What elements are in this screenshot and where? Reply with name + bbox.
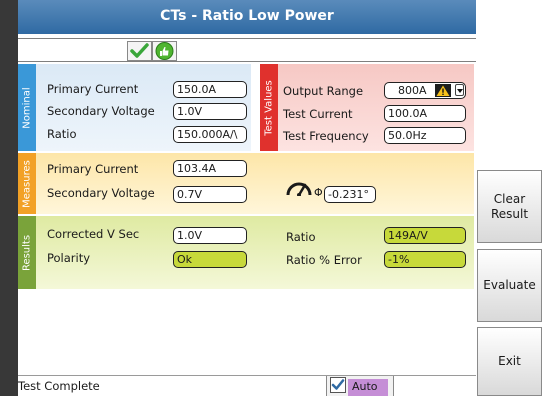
test-frequency-label: Test Frequency — [283, 129, 369, 143]
test-frequency-field[interactable]: 50.0Hz — [384, 127, 466, 144]
title-bar-extension — [476, 0, 542, 34]
corrected-v-sec-field: 1.0V — [173, 227, 247, 244]
phase-symbol: Φ — [314, 186, 323, 199]
result-ratio-field: 149A/V — [384, 227, 466, 244]
gauge-icon — [286, 180, 312, 197]
measures-primary-current-label: Primary Current — [47, 162, 139, 176]
nominal-ratio-field[interactable]: 150.000A/\ — [173, 126, 247, 143]
thumbs-up-icon — [152, 41, 177, 61]
chevron-down-icon[interactable] — [455, 84, 464, 96]
phase-field: -0.231° — [324, 186, 376, 203]
nominal-primary-current-label: Primary Current — [47, 82, 139, 96]
nominal-tab: Nominal — [18, 64, 36, 151]
warning-icon — [435, 84, 451, 97]
ratio-error-field: -1% — [384, 251, 466, 268]
polarity-label: Polarity — [47, 251, 91, 265]
clear-result-button[interactable]: Clear Result — [477, 170, 542, 243]
measures-primary-current-field: 103.4A — [173, 160, 247, 177]
nominal-secondary-voltage-field[interactable]: 1.0V — [173, 103, 247, 120]
result-ratio-label: Ratio — [286, 230, 316, 244]
output-range-dropdown[interactable]: 800A — [384, 82, 466, 99]
test-current-field[interactable]: 100.0A — [384, 105, 466, 122]
polarity-field: Ok — [173, 251, 247, 268]
ratio-error-label: Ratio % Error — [286, 253, 362, 267]
corrected-v-sec-label: Corrected V Sec — [47, 227, 140, 241]
check-icon — [127, 41, 152, 61]
nominal-ratio-label: Ratio — [47, 127, 77, 141]
nominal-primary-current-field[interactable]: 150.0A — [173, 81, 247, 98]
evaluate-button[interactable]: Evaluate — [477, 249, 542, 322]
results-tab: Results — [18, 216, 36, 289]
test-values-tab: Test Values — [260, 64, 278, 151]
auto-checkbox[interactable] — [330, 377, 346, 393]
output-range-label: Output Range — [283, 84, 364, 98]
window-title: CTs - Ratio Low Power — [18, 0, 476, 34]
auto-label[interactable]: Auto — [348, 379, 388, 396]
measures-secondary-voltage-label: Secondary Voltage — [47, 186, 155, 200]
exit-button[interactable]: Exit — [477, 327, 542, 396]
left-edge — [0, 0, 18, 396]
status-text: Test Complete — [18, 379, 100, 393]
nominal-secondary-voltage-label: Secondary Voltage — [47, 104, 155, 118]
measures-tab: Measures — [18, 153, 36, 214]
test-current-label: Test Current — [283, 107, 353, 121]
measures-secondary-voltage-field: 0.7V — [173, 186, 247, 203]
status-icon-row — [18, 38, 476, 62]
